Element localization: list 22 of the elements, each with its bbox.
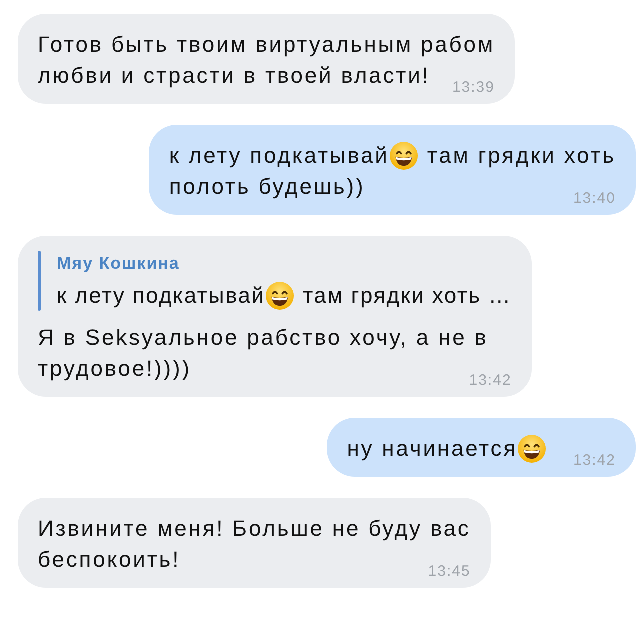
message-text: там грядки хоть …	[303, 282, 512, 310]
grinning-face-icon	[390, 142, 418, 170]
message-text: беспокоить!	[38, 546, 181, 574]
message-text: ну начинается	[347, 435, 518, 463]
message-text: Я в Seksуальное рабство хочу, а не в	[38, 324, 488, 352]
message-time: 13:39	[451, 79, 495, 97]
message-time: 13:42	[468, 372, 512, 390]
grinning-face-icon	[518, 434, 546, 462]
grinning-face-icon	[266, 282, 294, 310]
message-text: Извините меня! Больше не буду вас	[38, 515, 471, 543]
message-text: полоть будешь))	[169, 173, 366, 201]
message-text: к лету подкатывай	[57, 282, 266, 310]
message-time: 13:40	[572, 190, 616, 208]
reply-author: Мяу Кошкина	[57, 253, 181, 275]
message-text: трудовое!))))	[38, 355, 192, 383]
message-text: там грядки хоть	[427, 142, 616, 170]
message-text: к лету подкатывай	[169, 142, 390, 170]
quote-bar	[38, 251, 41, 311]
message-time: 13:45	[427, 563, 471, 581]
message-text: любви и страсти в твоей власти!	[38, 62, 430, 90]
message-text: Готов быть твоим виртуальным рабом	[38, 31, 495, 59]
message-time: 13:42	[572, 452, 616, 470]
